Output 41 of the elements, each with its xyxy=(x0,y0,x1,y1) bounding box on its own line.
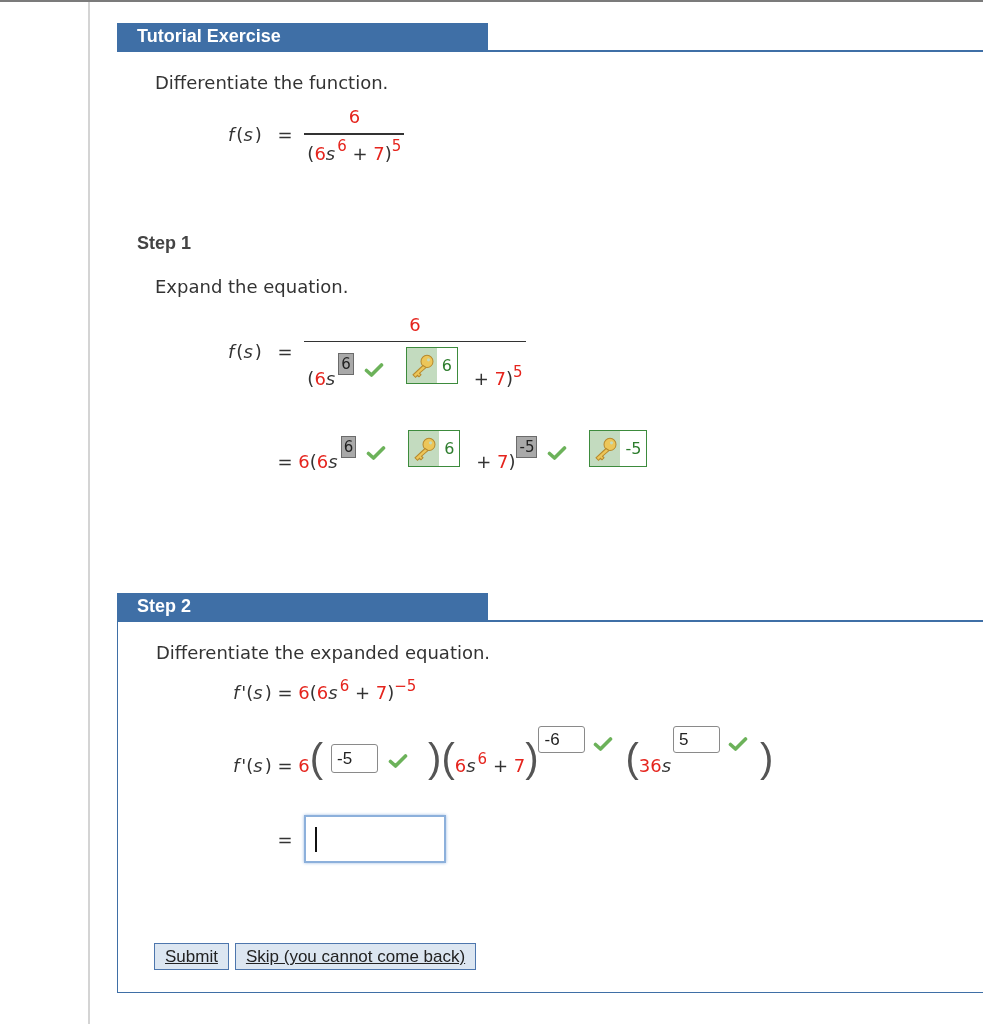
answer-value: 6 xyxy=(443,437,456,460)
skip-button[interactable]: Skip (you cannot come back) xyxy=(234,943,477,970)
submitted-answer: -5 xyxy=(516,436,538,458)
submit-button[interactable]: Submit xyxy=(154,943,229,970)
equation-text: = 6( xyxy=(276,738,324,779)
equation-text: = 6(6s xyxy=(276,450,339,474)
equation-text: ) xyxy=(760,738,774,779)
answer-field[interactable]: 5 xyxy=(673,726,721,753)
submitted-answer: 6 xyxy=(340,436,357,458)
step-label: Step 1 xyxy=(137,231,192,255)
equation-text: (36s xyxy=(625,738,673,779)
answer-field[interactable]: -5 xyxy=(331,744,379,773)
equation-text: )(6s$^{6}$ + 7) xyxy=(428,738,539,779)
equation-text: = 6(6s$^{6}$ + 7)$^{−5}$ xyxy=(276,679,417,705)
submitted-answer: 6 xyxy=(338,353,354,375)
answer-field[interactable] xyxy=(304,815,447,863)
key-icon xyxy=(406,348,437,383)
equation-text: f(s) xyxy=(228,339,262,364)
equation-text: f'(s) xyxy=(233,754,272,778)
equation-text: + 7)$^{5}$ xyxy=(472,365,523,391)
section-header: Step 2 xyxy=(117,593,488,620)
equation-text: f'(s) xyxy=(233,681,272,705)
instruction-text: Differentiate the expanded equation. xyxy=(156,641,491,665)
instruction-text: Differentiate the function. xyxy=(155,71,389,95)
key-icon xyxy=(409,431,440,466)
answer-value: 6 xyxy=(440,354,453,377)
equation-text: (6s$^{6}$ + 7)$^{5}$ xyxy=(307,139,402,166)
section-header: Tutorial Exercise xyxy=(117,23,488,50)
instruction-text: Expand the equation. xyxy=(155,274,349,299)
equation-text: 6 xyxy=(409,312,421,337)
equation-text: = xyxy=(276,339,294,364)
equation-text: (6s xyxy=(307,367,337,391)
equation-text: f(s) xyxy=(228,123,262,148)
equation-text: 6 xyxy=(348,105,361,129)
text-cursor-icon xyxy=(315,826,318,852)
key-icon xyxy=(590,431,621,466)
equation-text: = xyxy=(276,827,294,852)
equation-text: + 7) xyxy=(475,450,516,474)
answer-field[interactable]: -6 xyxy=(538,726,586,753)
equation-text: = xyxy=(276,123,294,148)
answer-value: -5 xyxy=(624,437,643,460)
